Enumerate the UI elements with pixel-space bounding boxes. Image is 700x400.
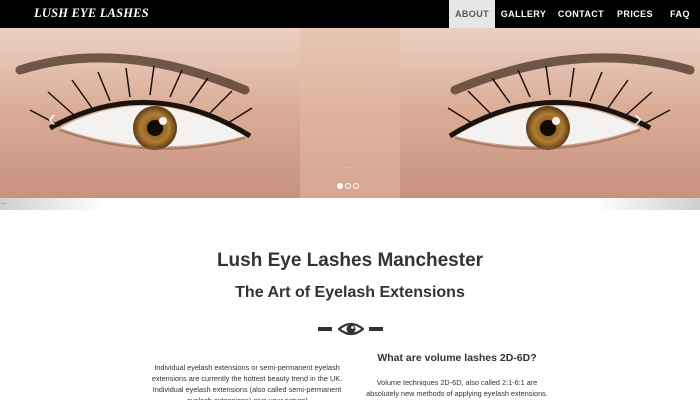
strip-caption: ... (1, 199, 7, 206)
divider-right-bar (369, 327, 383, 331)
nav-item-prices[interactable]: PRICES (610, 0, 660, 28)
eye-icon (338, 322, 364, 336)
main-nav: ABOUT GALLERY CONTACT PRICES FAQ (449, 0, 700, 28)
volume-lashes-paragraph: Volume techniques 2D-6D, also called 2:1… (366, 378, 548, 398)
page-title: Lush Eye Lashes Manchester (216, 250, 484, 271)
page-subtitle: The Art of Eyelash Extensions (235, 284, 465, 301)
brand-logo[interactable]: LUSH EYE LASHES (34, 6, 149, 21)
hero-carousel: ‹ › ... (0, 28, 700, 198)
divider-left-bar (318, 327, 332, 331)
nav-item-contact[interactable]: CONTACT (552, 0, 610, 28)
hero-bottom-strip (0, 198, 700, 210)
nav-item-faq[interactable]: FAQ (660, 0, 700, 28)
carousel-dot-3[interactable] (353, 183, 359, 189)
carousel-dot-2[interactable] (345, 183, 351, 189)
hero-eyes-image (0, 28, 700, 198)
carousel-next-icon[interactable]: › (628, 106, 648, 132)
volume-lashes-heading: What are volume lashes 2D-6D? (377, 352, 537, 364)
carousel-prev-icon[interactable]: ‹ (42, 106, 62, 132)
nav-item-about[interactable]: ABOUT (449, 0, 495, 28)
nav-item-gallery[interactable]: GALLERY (495, 0, 552, 28)
carousel-dot-1[interactable] (337, 183, 343, 189)
eye-divider (318, 320, 384, 338)
top-navbar: LUSH EYE LASHES ABOUT GALLERY CONTACT PR… (0, 0, 700, 28)
carousel-indicators (337, 183, 359, 189)
carousel-caption: ... (345, 163, 351, 170)
intro-paragraph: Individual eyelash extensions or semi-pe… (151, 363, 343, 400)
